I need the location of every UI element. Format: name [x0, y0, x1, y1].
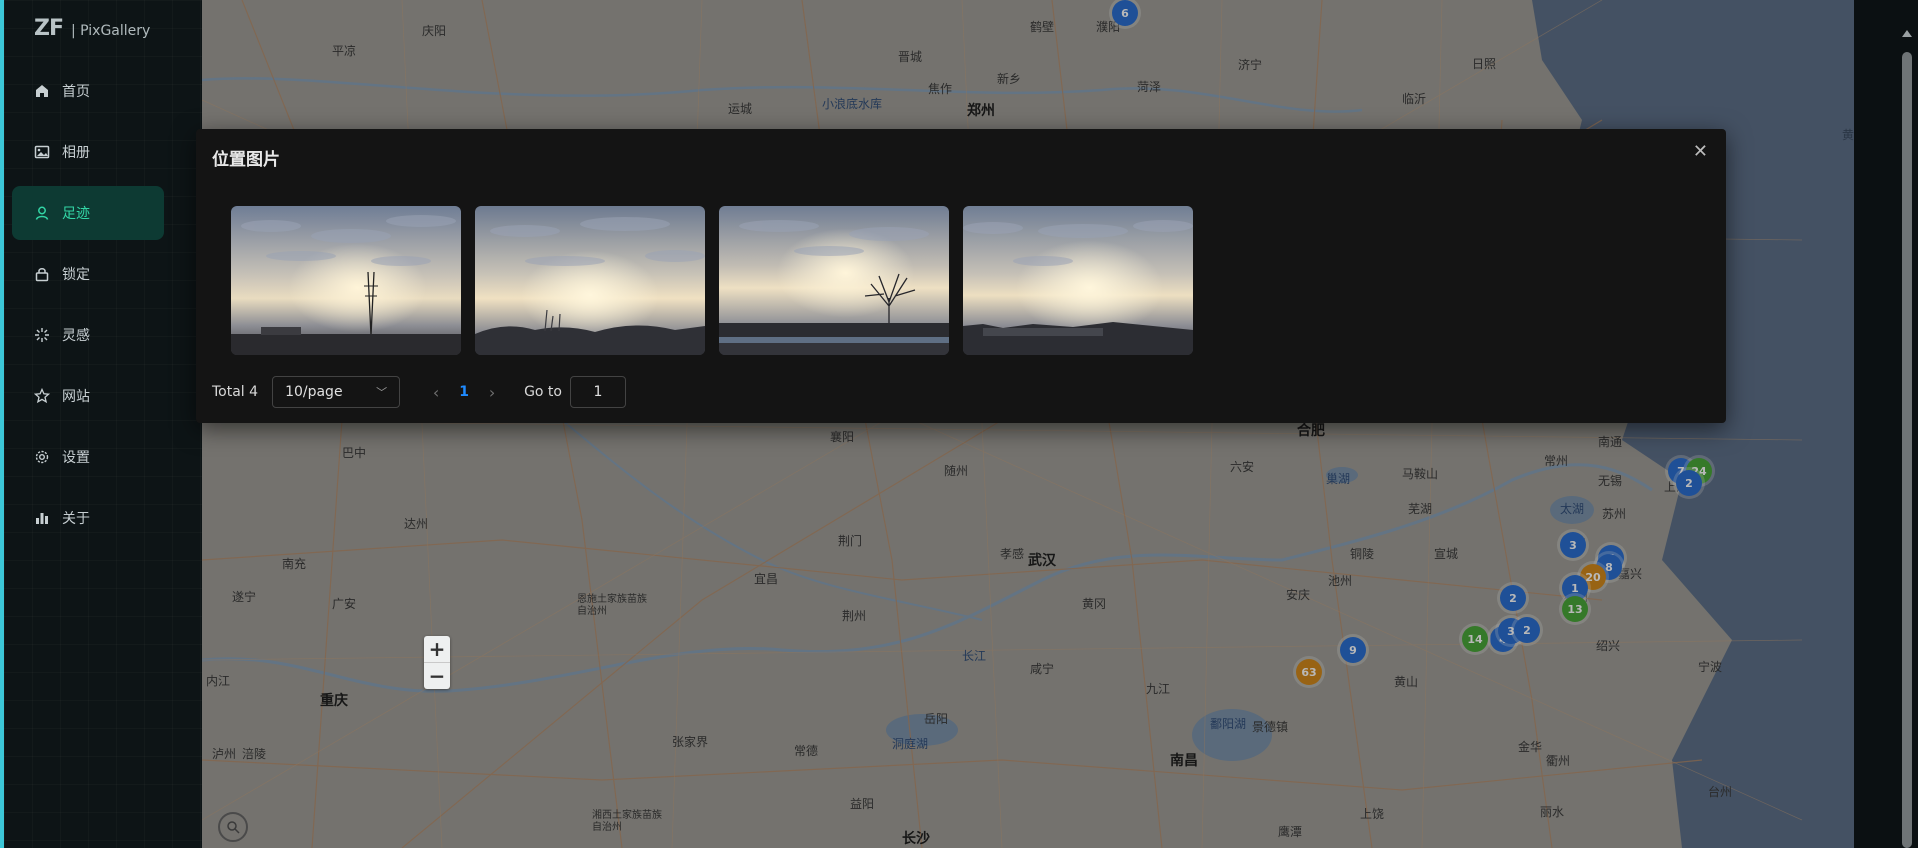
sidebar-item-label: 关于	[62, 511, 90, 527]
photo-thumbnail[interactable]	[475, 206, 705, 355]
sidebar: ZF | PixGallery 首页 相册 足迹 锁定 灵感 网站 设置 关于	[4, 0, 202, 848]
sidebar-item-albums[interactable]: 相册	[12, 125, 164, 179]
close-icon[interactable]: ✕	[1693, 141, 1708, 162]
sidebar-item-label: 锁定	[62, 267, 90, 283]
sparkle-icon	[34, 327, 50, 343]
logo-text: | PixGallery	[70, 23, 151, 39]
sidebar-item-home[interactable]: 首页	[12, 64, 164, 118]
sidebar-item-lock[interactable]: 锁定	[12, 247, 164, 301]
locate-button[interactable]	[218, 812, 248, 842]
page-size-select[interactable]: 10/page ﹀	[272, 376, 401, 408]
gear-icon	[34, 449, 50, 465]
zoom-out-button[interactable]: −	[424, 662, 450, 689]
sidebar-item-label: 网站	[62, 389, 90, 405]
chevron-down-icon: ﹀	[376, 386, 388, 399]
home-icon	[34, 83, 50, 99]
scrollbar-thumb[interactable]	[1902, 52, 1912, 848]
photo-thumbnail[interactable]	[963, 206, 1193, 355]
photo-thumbnail[interactable]	[231, 206, 461, 355]
sidebar-item-footprints[interactable]: 足迹	[12, 186, 164, 240]
sidebar-item-label: 足迹	[62, 206, 90, 222]
sidebar-item-label: 相册	[62, 145, 90, 161]
pagination: Total 4 10/page ﹀ ‹ 1 › Go to	[212, 376, 626, 408]
sidebar-item-settings[interactable]: 设置	[12, 430, 164, 484]
map-view[interactable]: 庆阳 平凉 鹤壁 濮阳 晋城 焦作 新乡 济宁 菏泽 临沂 日照 运城 小浪底水…	[202, 0, 1854, 848]
sidebar-item-websites[interactable]: 网站	[12, 369, 164, 423]
bar-chart-icon	[34, 510, 50, 526]
zoom-control: + −	[424, 636, 450, 689]
goto-label: Go to	[524, 384, 562, 400]
star-icon	[34, 388, 50, 404]
sidebar-nav: 首页 相册 足迹 锁定 灵感 网站 设置 关于	[12, 64, 164, 552]
prev-page-button[interactable]: ‹	[422, 383, 450, 402]
scroll-up-arrow[interactable]	[1902, 30, 1912, 37]
sidebar-item-label: 首页	[62, 84, 90, 100]
sidebar-item-about[interactable]: 关于	[12, 491, 164, 545]
sidebar-item-label: 灵感	[62, 328, 90, 344]
image-icon	[34, 144, 50, 160]
goto-page-input[interactable]	[569, 376, 626, 408]
zoom-in-button[interactable]: +	[424, 636, 450, 662]
lock-icon	[34, 266, 50, 282]
app-logo[interactable]: ZF | PixGallery	[34, 16, 150, 41]
photo-grid	[231, 206, 1193, 355]
modal-overlay[interactable]	[202, 0, 1854, 848]
modal-title: 位置图片	[212, 150, 280, 170]
photo-thumbnail[interactable]	[719, 206, 949, 355]
location-photos-modal: 位置图片 ✕ Total 4 10/page ﹀ ‹ 1 › Go to 1	[196, 129, 1726, 423]
pagination-total: Total 4	[212, 384, 259, 400]
sidebar-item-label: 设置	[62, 450, 90, 466]
next-page-button[interactable]: ›	[478, 383, 506, 402]
page-number-current[interactable]: 1	[450, 384, 478, 400]
sidebar-item-inspiration[interactable]: 灵感	[12, 308, 164, 362]
user-location-icon	[34, 205, 50, 221]
search-icon	[227, 821, 240, 834]
page-size-value: 10/page	[285, 384, 343, 400]
logo-mark: ZF	[34, 16, 64, 41]
